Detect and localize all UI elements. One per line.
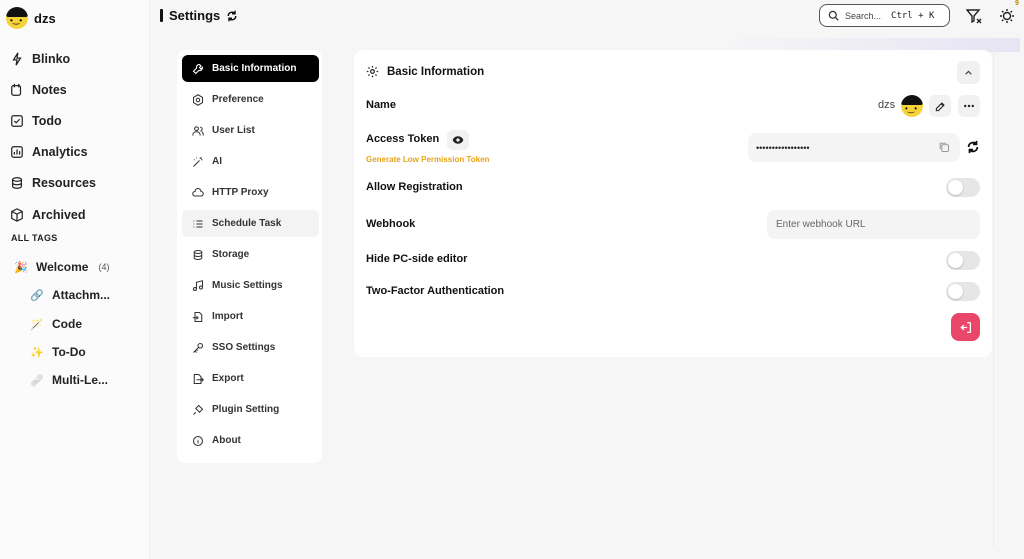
token-value: ••••••••••••••••• [756,142,810,153]
bolt-icon [12,52,22,66]
tag-count: (4) [98,262,110,272]
edit-icon [935,101,945,111]
settings-menu: Basic Information Preference User List A… [177,50,322,463]
menu-item-ai[interactable]: AI [182,148,319,175]
tag-item-todo[interactable]: ✨ To-Do [30,345,86,359]
main-nav: Blinko Notes Todo Analytics Resources Ar… [10,43,96,230]
notes-icon [11,83,22,96]
menu-item-preference[interactable]: Preference [182,86,319,113]
menu-item-http-proxy[interactable]: HTTP Proxy [182,179,319,206]
wand-icon: 🪄 [30,318,44,331]
allow-registration-label: Allow Registration [366,181,463,193]
nav-item-todo[interactable]: Todo [10,105,96,136]
search-shortcut: Ctrl + K [891,10,935,21]
tag-item-code[interactable]: 🪄 Code [30,317,82,331]
lightbulb-icon[interactable] [999,8,1015,24]
menu-item-export[interactable]: Export [182,365,319,392]
users-icon [192,125,204,136]
logout-icon [960,321,972,333]
name-label: Name [366,99,396,111]
collapse-button[interactable] [957,61,980,84]
wrench-icon [192,63,204,74]
info-icon [192,435,204,446]
bandage-icon: 🩹 [30,374,44,387]
menu-item-music-settings[interactable]: Music Settings [182,272,319,299]
database-icon [12,177,22,190]
menu-item-about[interactable]: About [182,427,319,454]
tags-title: ALL TAGS [11,233,58,243]
nav-item-analytics[interactable]: Analytics [10,137,96,168]
menu-item-user-list[interactable]: User List [182,117,319,144]
music-icon [192,279,204,291]
menu-item-storage[interactable]: Storage [182,241,319,268]
filter-icon[interactable] [966,8,982,24]
import-icon [192,311,203,322]
hide-pc-editor-label: Hide PC-side editor [366,253,468,265]
todo-icon [11,115,23,127]
avatar [6,7,28,29]
name-avatar [901,95,923,117]
menu-item-schedule-task[interactable]: Schedule Task [182,210,319,237]
key-icon [193,342,204,353]
chevron-up-icon [965,70,972,75]
eye-icon [452,136,464,144]
title-bar [160,9,163,22]
gear-icon [366,65,379,78]
database-icon [193,249,203,260]
magic-wand-icon [193,156,203,167]
basic-information-card: Basic Information Name dzs Access Token … [354,50,992,357]
two-factor-toggle[interactable] [946,282,980,301]
scrollbar[interactable] [993,50,1003,547]
refresh-icon[interactable] [226,10,238,22]
menu-item-basic-information[interactable]: Basic Information [182,55,319,82]
copy-icon[interactable] [938,141,950,153]
search-box[interactable]: Search... Ctrl + K [819,4,950,27]
nav-item-resources[interactable]: Resources [10,168,96,199]
more-icon [964,104,974,108]
generate-token-link[interactable]: Generate Low Permission Token [366,155,489,164]
access-token-field[interactable]: ••••••••••••••••• [748,133,960,162]
link-icon: 🔗 [30,289,44,302]
preference-icon [192,93,204,106]
plugin-icon [193,404,204,415]
analytics-icon [11,146,23,159]
more-options-button[interactable] [958,95,980,117]
user-name: dzs [34,10,56,26]
box-icon [11,207,23,222]
refresh-token-icon[interactable] [966,140,980,154]
webhook-label: Webhook [366,218,416,230]
cloud-icon [192,187,204,197]
search-icon [828,10,839,21]
nav-item-blinko[interactable]: Blinko [10,43,96,74]
tag-item-multi-level[interactable]: 🩹 Multi-Le... [30,373,108,387]
edit-name-button[interactable] [929,95,951,117]
user-profile[interactable]: dzs [6,7,56,29]
webhook-input[interactable] [767,210,980,239]
access-token-label: Access Token [366,133,440,145]
menu-item-import[interactable]: Import [182,303,319,330]
search-placeholder: Search... [845,10,882,21]
tag-item-attachment[interactable]: 🔗 Attachm... [30,288,110,302]
page-title: Settings [160,8,238,23]
sparkles-icon: ✨ [30,346,44,359]
nav-item-notes[interactable]: Notes [10,74,96,105]
menu-item-sso-settings[interactable]: SSO Settings [182,334,319,361]
list-icon [193,219,203,228]
party-icon: 🎉 [14,261,28,274]
hide-pc-editor-toggle[interactable] [946,251,980,270]
card-title: Basic Information [366,65,484,78]
allow-registration-toggle[interactable] [946,178,980,197]
tag-item-welcome[interactable]: 🎉 Welcome (4) [14,260,109,274]
name-value: dzs [878,99,896,111]
nav-item-archived[interactable]: Archived [10,199,96,230]
notification-badge: 9 [1015,0,1019,7]
export-icon [193,373,204,384]
two-factor-label: Two-Factor Authentication [366,285,505,297]
sidebar: dzs Blinko Notes Todo Analytics Resource… [0,0,150,559]
logout-button[interactable] [951,313,980,341]
menu-item-plugin-setting[interactable]: Plugin Setting [182,396,319,423]
show-token-button[interactable] [447,130,469,150]
